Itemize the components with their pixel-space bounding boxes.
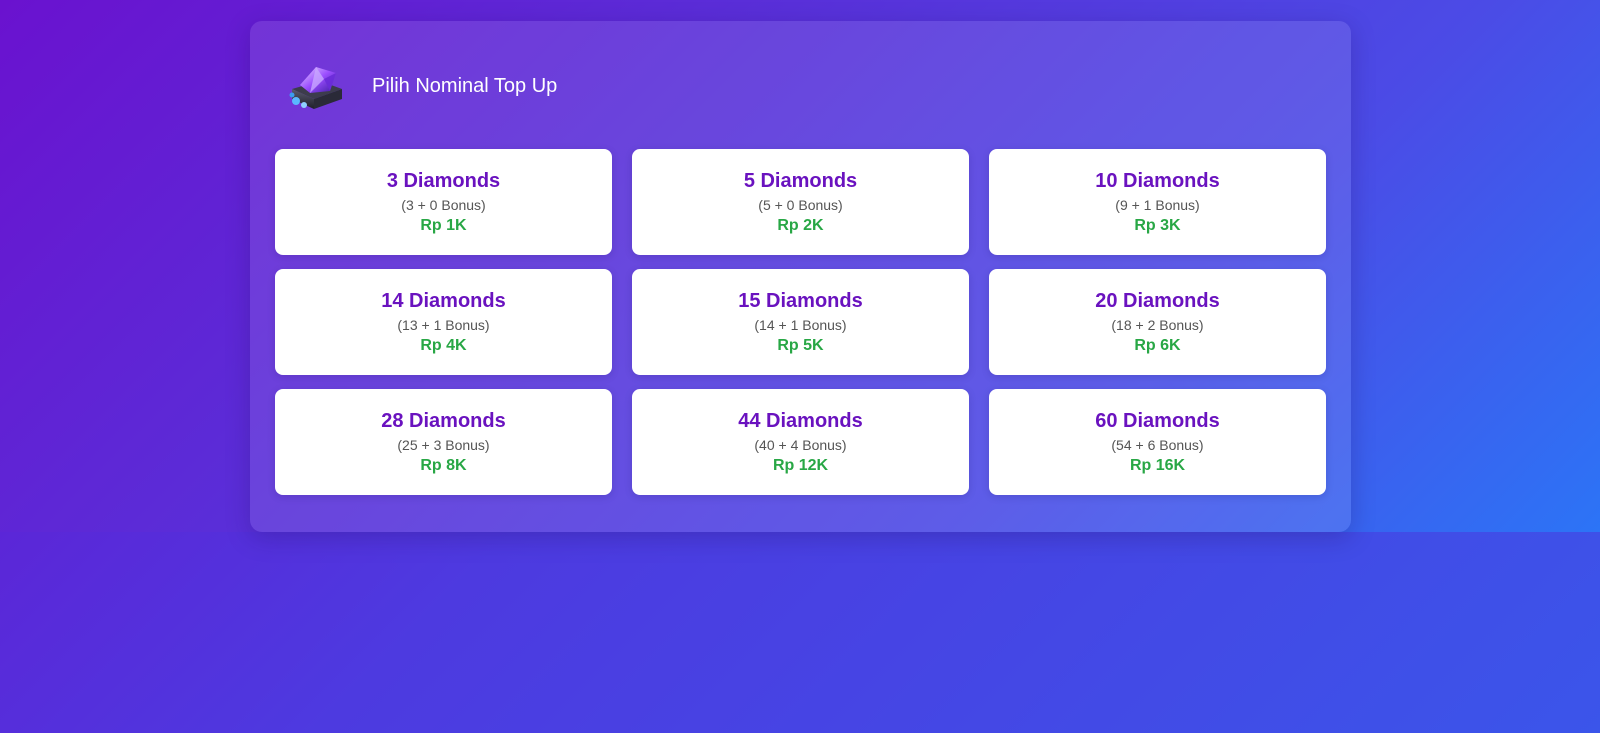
nominal-card-14[interactable]: 14 Diamonds (13 + 1 Bonus) Rp 4K <box>275 269 612 375</box>
card-title: 20 Diamonds <box>1095 289 1220 312</box>
card-price: Rp 3K <box>1134 216 1181 234</box>
nominal-card-44[interactable]: 44 Diamonds (40 + 4 Bonus) Rp 12K <box>632 389 969 495</box>
nominal-card-20[interactable]: 20 Diamonds (18 + 2 Bonus) Rp 6K <box>989 269 1326 375</box>
card-title: 3 Diamonds <box>386 169 501 192</box>
card-bonus: (5 + 0 Bonus) <box>758 196 843 213</box>
card-price: Rp 12K <box>772 456 829 474</box>
nominal-card-60[interactable]: 60 Diamonds (54 + 6 Bonus) Rp 16K <box>989 389 1326 495</box>
card-bonus: (54 + 6 Bonus) <box>1111 436 1204 453</box>
card-title: 28 Diamonds <box>381 409 506 432</box>
card-title: 10 Diamonds <box>1095 169 1220 192</box>
card-bonus: (14 + 1 Bonus) <box>754 316 847 333</box>
card-title: 5 Diamonds <box>743 169 858 192</box>
card-price: Rp 8K <box>420 456 467 474</box>
card-bonus: (25 + 3 Bonus) <box>397 436 490 453</box>
nominal-card-10[interactable]: 10 Diamonds (9 + 1 Bonus) Rp 3K <box>989 149 1326 255</box>
card-title: 15 Diamonds <box>738 289 863 312</box>
card-title: 14 Diamonds <box>381 289 506 312</box>
card-title: 60 Diamonds <box>1095 409 1220 432</box>
panel-header: Pilih Nominal Top Up <box>286 61 557 111</box>
card-price: Rp 6K <box>1134 336 1181 354</box>
nominal-card-5[interactable]: 5 Diamonds (5 + 0 Bonus) Rp 2K <box>632 149 969 255</box>
nominal-grid: 3 Diamonds (3 + 0 Bonus) Rp 1K 5 Diamond… <box>275 149 1327 495</box>
card-bonus: (13 + 1 Bonus) <box>397 316 490 333</box>
topup-panel: Pilih Nominal Top Up 3 Diamonds (3 + 0 B… <box>250 21 1351 532</box>
card-price: Rp 1K <box>420 216 467 234</box>
card-price: Rp 16K <box>1129 456 1186 474</box>
card-bonus: (3 + 0 Bonus) <box>401 196 486 213</box>
nominal-card-15[interactable]: 15 Diamonds (14 + 1 Bonus) Rp 5K <box>632 269 969 375</box>
card-price: Rp 5K <box>777 336 824 354</box>
card-price: Rp 4K <box>420 336 467 354</box>
card-bonus: (9 + 1 Bonus) <box>1115 196 1200 213</box>
page-title: Pilih Nominal Top Up <box>372 74 558 97</box>
card-price: Rp 2K <box>777 216 824 234</box>
card-title: 44 Diamonds <box>738 409 863 432</box>
card-bonus: (18 + 2 Bonus) <box>1111 316 1204 333</box>
nominal-card-3[interactable]: 3 Diamonds (3 + 0 Bonus) Rp 1K <box>275 149 612 255</box>
nominal-card-28[interactable]: 28 Diamonds (25 + 3 Bonus) Rp 8K <box>275 389 612 495</box>
diamond-chest-icon <box>289 67 342 109</box>
card-bonus: (40 + 4 Bonus) <box>754 436 847 453</box>
